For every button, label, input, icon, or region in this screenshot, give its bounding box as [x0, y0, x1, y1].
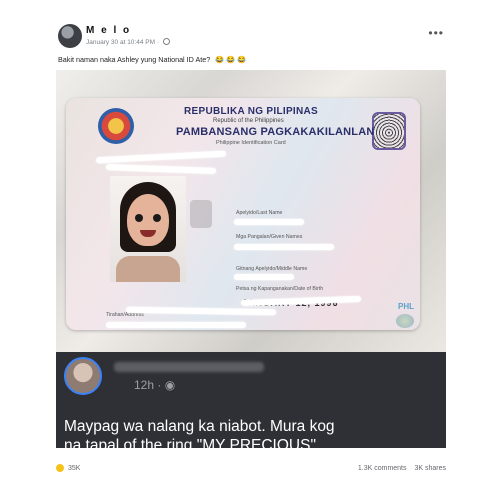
redaction-scribble: [106, 322, 246, 328]
fingerprint-icon: [372, 112, 406, 150]
mouth: [140, 230, 156, 237]
id-photo-face: [127, 194, 169, 246]
id-identification: Philippine Identification Card: [216, 140, 286, 146]
id-photo: [110, 176, 186, 282]
facebook-post: M e l o January 30 at 10:44 PM · ••• Bak…: [0, 0, 500, 500]
redaction-scribble: [95, 150, 227, 164]
id-republika: REPUBLIKA NG PILIPINAS: [184, 106, 319, 117]
more-options-icon[interactable]: •••: [428, 26, 444, 40]
national-id-card: REPUBLIKA NG PILIPINAS Republic of the P…: [66, 98, 420, 330]
label-middle: Gitnang Apelyido/Middle Name: [236, 266, 308, 272]
redaction-scribble: [234, 244, 334, 250]
redaction-scribble: [234, 219, 304, 225]
id-pambansang: PAMBANSANG PAGKAKAKILANLAN: [176, 126, 375, 138]
comment-time-text: 12h ·: [134, 378, 165, 392]
caption-text: Bakit naman naka Ashley yung National ID…: [58, 55, 211, 64]
share-count[interactable]: 3K shares: [414, 465, 446, 472]
post-header: M e l o January 30 at 10:44 PM · •••: [58, 24, 446, 54]
haha-reaction-icon[interactable]: [56, 464, 64, 472]
ghost-photo: [190, 200, 212, 228]
comment-count[interactable]: 1.3K comments: [358, 465, 407, 472]
post-footer: 35K 1.3K comments 3K shares: [56, 462, 446, 478]
id-photo-shoulders: [116, 256, 180, 282]
post-caption: Bakit naman naka Ashley yung National ID…: [58, 55, 246, 64]
redaction-scribble: [234, 274, 294, 280]
redaction-scribble: [105, 164, 217, 174]
comment-text-line1: Maypag wa nalang ka niabot. Mura kog: [64, 418, 335, 435]
globe-icon: [162, 38, 170, 45]
blurred-commenter-name: [114, 362, 264, 372]
author-name[interactable]: M e l o: [86, 25, 131, 36]
comment-text-line2: na tapal of the ring "MY PRECIOUS": [64, 437, 316, 448]
eye: [135, 214, 143, 222]
laughing-emoji-icon: 😂 😂 😂: [215, 55, 247, 64]
phl-mark: PHL: [398, 302, 414, 311]
hologram-icon: [396, 314, 414, 328]
post-image[interactable]: REPUBLIKA NG PILIPINAS Republic of the P…: [56, 70, 446, 448]
redaction-scribble: [125, 306, 277, 316]
screenshot-comment-overlay: 12h · ◉ Maypag wa nalang ka niabot. Mura…: [56, 352, 446, 448]
eye: [153, 214, 161, 222]
label-lastname: Apelyido/Last Name: [236, 210, 283, 216]
post-meta: January 30 at 10:44 PM ·: [86, 38, 170, 46]
label-dob: Petsa ng Kapanganakan/Date of Birth: [236, 286, 324, 292]
id-republic: Republic of the Philippines: [213, 118, 284, 124]
reaction-count[interactable]: 35K: [68, 465, 80, 472]
globe-icon: ◉: [164, 378, 176, 392]
post-timestamp[interactable]: January 30 at 10:44 PM: [86, 39, 155, 46]
label-given: Mga Pangalan/Given Names: [236, 234, 303, 240]
comment-time: 12h · ◉: [134, 378, 175, 392]
engagement-stats: 1.3K comments 3K shares: [352, 465, 446, 472]
government-seal-icon: [98, 108, 134, 144]
author-avatar[interactable]: [58, 24, 82, 48]
commenter-avatar: [64, 357, 102, 395]
